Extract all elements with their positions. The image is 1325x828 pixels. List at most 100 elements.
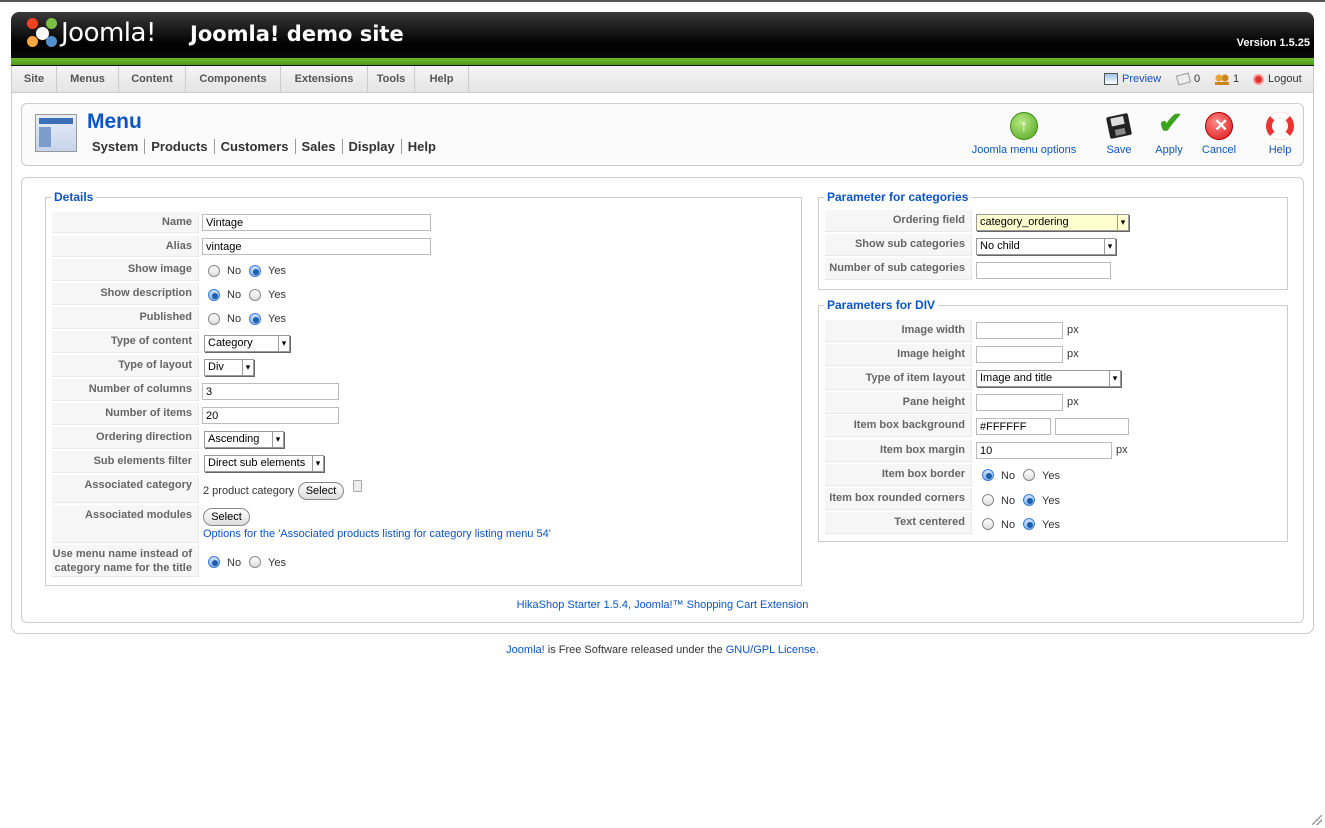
users-icon — [1215, 73, 1229, 85]
submenu-help[interactable]: Help — [400, 139, 442, 154]
logout-label: Logout — [1268, 73, 1302, 85]
bg-color-swatch[interactable] — [1055, 418, 1129, 435]
show-description-yes-radio[interactable] — [249, 289, 261, 301]
sub-elements-filter-select[interactable]: Direct sub elements — [204, 455, 324, 472]
cancel-icon: ✕ — [1205, 112, 1233, 140]
show-image-yes-radio[interactable] — [249, 265, 261, 277]
item-box-margin-input[interactable] — [976, 442, 1112, 459]
pane-height-input[interactable] — [976, 394, 1063, 411]
image-width-label: Image width — [825, 320, 972, 342]
lifebuoy-icon — [1266, 112, 1294, 140]
number-of-columns-input[interactable] — [202, 383, 339, 400]
type-of-layout-label: Type of layout — [52, 355, 199, 377]
number-of-items-input[interactable] — [202, 407, 339, 424]
main-menubar: Site Menus Content Components Extensions… — [11, 66, 1314, 93]
type-of-layout-select[interactable]: Div — [204, 359, 254, 376]
header-accent-bar — [11, 58, 1314, 65]
menu-components[interactable]: Components — [186, 66, 281, 92]
use-menu-name-yes-radio[interactable] — [249, 556, 261, 568]
help-button[interactable]: Help — [1263, 112, 1297, 156]
item-layout-select[interactable]: Image and title — [976, 370, 1121, 387]
apply-button[interactable]: ✔ Apply — [1150, 107, 1188, 156]
use-menu-name-label: Use menu name instead of category name f… — [52, 545, 199, 577]
resize-grip-icon[interactable] — [1312, 815, 1322, 825]
use-menu-name-label-line2: category name for the title — [54, 562, 192, 574]
logout-link[interactable]: Logout — [1253, 66, 1302, 92]
text-centered-no-radio[interactable] — [982, 518, 994, 530]
submenu-customers[interactable]: Customers — [213, 139, 295, 154]
save-icon — [1105, 112, 1133, 140]
use-menu-name-no-radio[interactable] — [208, 556, 220, 568]
associated-modules-label: Associated modules — [52, 505, 199, 543]
ordering-field-select[interactable]: category_ordering — [976, 214, 1129, 231]
use-menu-name-label-line1: Use menu name instead of — [52, 548, 192, 560]
menu-help[interactable]: Help — [415, 66, 469, 92]
window-top-edge — [0, 0, 1325, 2]
show-description-yes-text: Yes — [268, 289, 286, 301]
show-image-label: Show image — [52, 259, 199, 281]
associated-category-select-button[interactable]: Select — [298, 482, 344, 500]
users-count: 1 — [1233, 73, 1240, 85]
show-image-no-radio[interactable] — [208, 265, 220, 277]
text-centered-yes-radio[interactable] — [1023, 518, 1035, 530]
submenu-display[interactable]: Display — [341, 139, 401, 154]
trash-icon[interactable] — [353, 480, 362, 492]
use-menu-name-yes-text: Yes — [268, 557, 286, 569]
associated-modules-select-button[interactable]: Select — [203, 508, 250, 526]
type-of-content-label: Type of content — [52, 331, 199, 353]
image-height-unit: px — [1067, 348, 1079, 360]
ordering-field-label: Ordering field — [825, 210, 972, 232]
menu-site[interactable]: Site — [12, 66, 57, 92]
submenu-system[interactable]: System — [86, 139, 144, 154]
number-of-sub-categories-label: Number of sub categories — [825, 258, 972, 280]
details-legend: Details — [54, 190, 94, 204]
published-no-radio[interactable] — [208, 313, 220, 325]
number-of-items-label: Number of items — [52, 403, 199, 425]
rounded-corners-yes-text: Yes — [1042, 495, 1060, 507]
image-height-input[interactable] — [976, 346, 1063, 363]
type-of-content-select[interactable]: Category — [204, 335, 290, 352]
published-label: Published — [52, 307, 199, 329]
joomla-menu-options-button[interactable]: ↑ Joomla menu options — [968, 112, 1080, 156]
menu-extensions[interactable]: Extensions — [281, 66, 368, 92]
users-status[interactable]: 1 — [1215, 66, 1239, 92]
item-box-margin-unit: px — [1116, 444, 1128, 456]
show-description-no-radio[interactable] — [208, 289, 220, 301]
sub-elements-filter-label: Sub elements filter — [52, 451, 199, 473]
item-box-border-no-radio[interactable] — [982, 469, 994, 481]
bg-color-input[interactable] — [976, 418, 1051, 435]
rounded-corners-no-text: No — [1001, 495, 1016, 507]
categories-legend: Parameter for categories — [827, 190, 969, 204]
item-box-border-yes-radio[interactable] — [1023, 469, 1035, 481]
associated-modules-options-link[interactable]: Options for the 'Associated products lis… — [203, 528, 551, 540]
footer-license-link[interactable]: GNU/GPL License — [726, 644, 816, 656]
show-image-no-text: No — [227, 265, 242, 277]
show-sub-categories-select[interactable]: No child — [976, 238, 1116, 255]
rounded-corners-no-radio[interactable] — [982, 494, 994, 506]
messages-count: 0 — [1194, 73, 1201, 85]
submenu-products[interactable]: Products — [144, 139, 213, 154]
name-input[interactable] — [202, 214, 431, 231]
alias-input[interactable] — [202, 238, 431, 255]
menu-menus[interactable]: Menus — [57, 66, 119, 92]
cancel-label: Cancel — [1201, 144, 1237, 156]
cancel-button[interactable]: ✕ Cancel — [1198, 112, 1240, 156]
menu-content[interactable]: Content — [119, 66, 186, 92]
published-yes-radio[interactable] — [249, 313, 261, 325]
checkmark-icon: ✔ — [1158, 107, 1184, 140]
ordering-direction-select[interactable]: Ascending — [204, 431, 284, 448]
preview-link[interactable]: Preview — [1104, 66, 1161, 92]
text-centered-yes-text: Yes — [1042, 519, 1060, 531]
logo-text: Joomla! — [61, 18, 156, 48]
rounded-corners-yes-radio[interactable] — [1023, 494, 1035, 506]
submenu-sales[interactable]: Sales — [294, 139, 342, 154]
number-of-sub-categories-input[interactable] — [976, 262, 1111, 279]
image-width-input[interactable] — [976, 322, 1063, 339]
messages-status[interactable]: 0 — [1175, 66, 1201, 92]
hikashop-credit-link[interactable]: HikaShop Starter 1.5.4, Joomla!™ Shoppin… — [0, 599, 1325, 611]
up-arrow-icon: ↑ — [1010, 112, 1038, 140]
footer-joomla-link[interactable]: Joomla! — [506, 644, 545, 656]
save-button[interactable]: Save — [1102, 112, 1136, 156]
menu-tools[interactable]: Tools — [368, 66, 415, 92]
item-box-border-yes-text: Yes — [1042, 470, 1060, 482]
